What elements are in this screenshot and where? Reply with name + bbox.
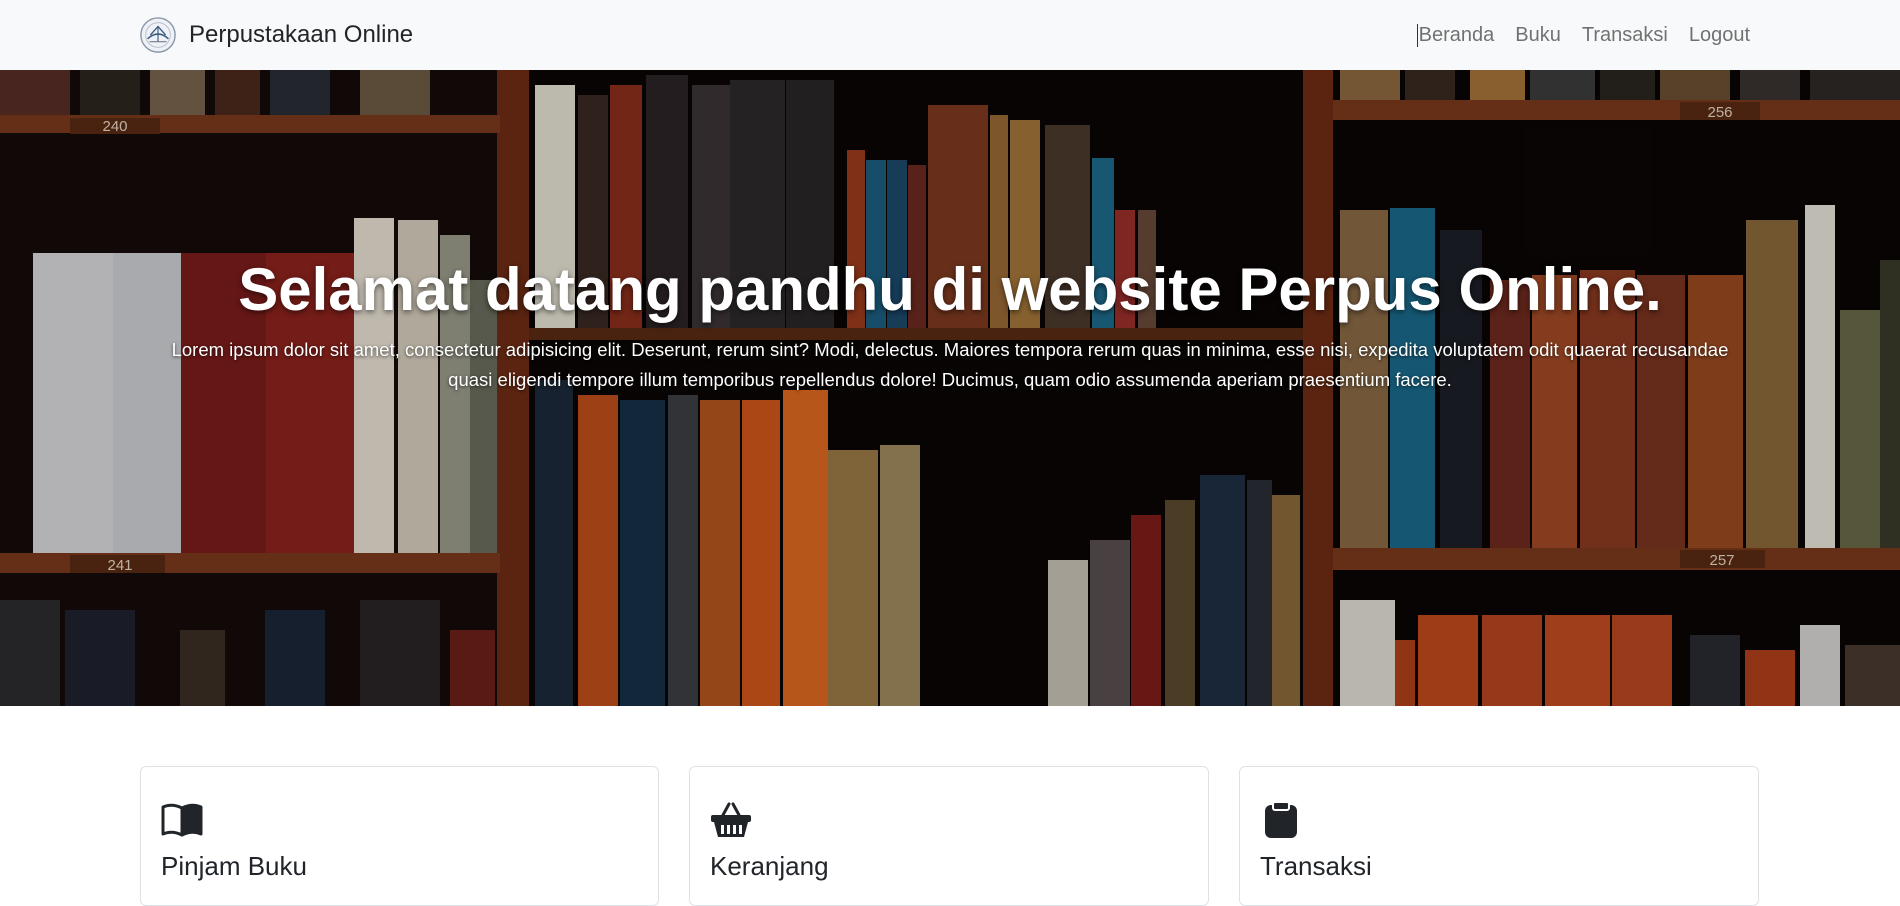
book-open-icon [161,803,203,837]
card-title-keranjang: Keranjang [710,851,829,881]
library-logo-icon [140,17,176,53]
hero-subtitle-line-2: quasi eligendi tempore illum temporibus … [448,369,1452,390]
hero-subtitle: Lorem ipsum dolor sit amet, consectetur … [150,335,1750,395]
nav-link-beranda[interactable]: Beranda [1416,23,1494,47]
card-keranjang[interactable]: Keranjang [689,766,1209,906]
hero-banner: 240 256 241 257 Selamat datang pandhu di… [0,70,1900,706]
card-transaksi[interactable]: Transaksi [1239,766,1759,906]
card-title-pinjam-buku: Pinjam Buku [161,851,307,881]
card-title-transaksi: Transaksi [1260,851,1372,881]
nav-link-buku[interactable]: Buku [1515,24,1561,47]
brand-name: Perpustakaan Online [189,21,414,48]
brand[interactable]: Perpustakaan Online [139,15,413,55]
card-pinjam-buku[interactable]: Pinjam Buku [140,766,659,906]
feature-cards: Pinjam Buku Keranjang Transaksi [0,766,1900,906]
nav-link-logout[interactable]: Logout [1689,24,1750,47]
nav-links: Beranda Buku Transaksi Logout [1416,20,1750,50]
clipboard-icon [1265,801,1297,838]
basket-icon [711,802,751,837]
nav-link-transaksi[interactable]: Transaksi [1582,24,1668,47]
hero-title: Selamat datang pandhu di website Perpus … [238,256,1662,323]
navbar: Perpustakaan Online Beranda Buku Transak… [0,0,1900,70]
hero-subtitle-line-1: Lorem ipsum dolor sit amet, consectetur … [171,339,1729,360]
